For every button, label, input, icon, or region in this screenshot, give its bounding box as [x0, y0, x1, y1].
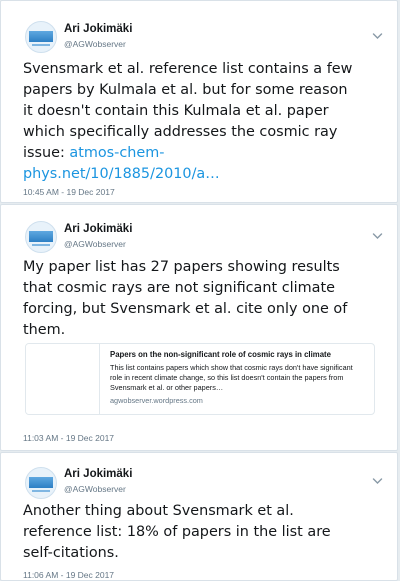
- tweet-text: My paper list has 27 papers showing resu…: [23, 257, 385, 341]
- tweet-text-issue: issue:: [23, 145, 70, 161]
- tweet-text-line: papers by Kulmala et al. but for some re…: [23, 82, 348, 98]
- timestamp[interactable]: 10:45 AM - 19 Dec 2017: [23, 187, 115, 197]
- avatar[interactable]: [25, 467, 57, 499]
- chevron-down-icon[interactable]: [372, 32, 383, 40]
- tweet-text-line: Svensmark et al. reference list contains…: [23, 61, 353, 77]
- tweet-text-line: them.: [23, 322, 66, 338]
- author-name[interactable]: Ari Jokimäki: [64, 23, 132, 35]
- tweet-text-line: that cosmic rays are not significant cli…: [23, 280, 335, 296]
- card-domain: agwobserver.wordpress.com: [110, 396, 203, 405]
- author-handle[interactable]: @AGWobserver: [64, 39, 126, 49]
- tweet-text: Another thing about Svensmark et al. ref…: [23, 501, 385, 564]
- tweet-1[interactable]: Ari Jokimäki @AGWobserver Svensmark et a…: [0, 0, 398, 203]
- tweet-text-line: My paper list has 27 papers showing resu…: [23, 259, 340, 275]
- author-name[interactable]: Ari Jokimäki: [64, 468, 132, 480]
- tweet-text: Svensmark et al. reference list contains…: [23, 59, 385, 185]
- tweet-link-part2[interactable]: phys.net/10/1885/2010/a…: [23, 166, 220, 182]
- tweet-text-line: which specifically addresses the cosmic …: [23, 124, 338, 140]
- tweet-text-line: self-citations.: [23, 545, 119, 561]
- chevron-down-icon[interactable]: [372, 232, 383, 240]
- tweet-text-line: Another thing about Svensmark et al.: [23, 503, 294, 519]
- tweet-text-line: reference list: 18% of papers in the lis…: [23, 524, 331, 540]
- avatar[interactable]: [25, 221, 57, 253]
- author-handle[interactable]: @AGWobserver: [64, 239, 126, 249]
- tweet-text-line: forcing, but Svensmark et al. cite only …: [23, 301, 348, 317]
- card-title[interactable]: Papers on the non-significant role of co…: [110, 350, 366, 359]
- link-card[interactable]: Papers on the non-significant role of co…: [25, 343, 375, 415]
- author-handle[interactable]: @AGWobserver: [64, 484, 126, 494]
- timestamp[interactable]: 11:06 AM - 19 Dec 2017: [23, 570, 114, 580]
- tweet-3[interactable]: Ari Jokimäki @AGWobserver Another thing …: [0, 452, 398, 581]
- timestamp[interactable]: 11:03 AM - 19 Dec 2017: [23, 433, 114, 443]
- tweet-2[interactable]: Ari Jokimäki @AGWobserver My paper list …: [0, 204, 398, 451]
- author-name[interactable]: Ari Jokimäki: [64, 223, 132, 235]
- chevron-down-icon[interactable]: [372, 477, 383, 485]
- tweet-text-line: it doesn't contain this Kulmala et al. p…: [23, 103, 329, 119]
- tweet-link-part1[interactable]: atmos-chem-: [69, 145, 164, 161]
- avatar[interactable]: [25, 21, 57, 53]
- card-content[interactable]: Papers on the non-significant role of co…: [110, 350, 366, 405]
- card-description: This list contains papers which show tha…: [110, 363, 353, 392]
- card-thumbnail[interactable]: [26, 344, 100, 414]
